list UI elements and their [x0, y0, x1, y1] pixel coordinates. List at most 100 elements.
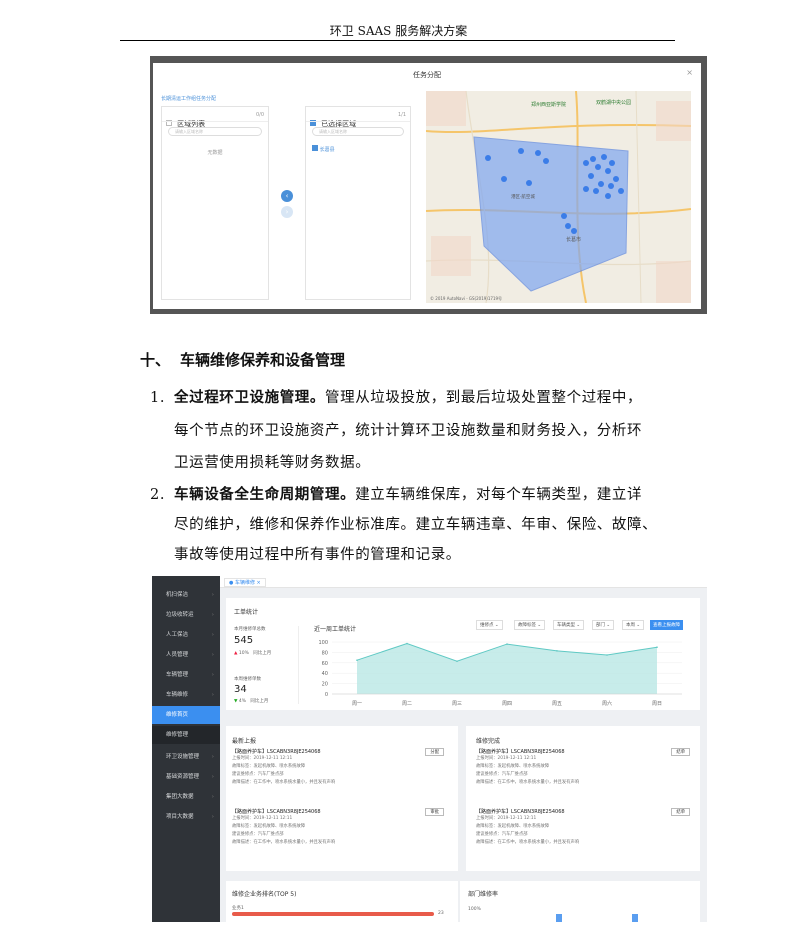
department-rate-title: 部门维修率: [468, 891, 499, 898]
latest-reports-title: 最新上报: [232, 738, 257, 745]
filter-vehicle-type[interactable]: 车辆类型 ⌄: [553, 620, 585, 630]
latest-record-2: 【路面养护车】LSCABN3R8JE254068 上报时间：2019-12-11…: [232, 808, 452, 847]
list-item-1-line-2: 每个节点的环卫设施资产，统计计算环卫设施数量和财务投入，分析环: [174, 423, 643, 439]
done-record-1-site: 建议维修点：汽车厂维点部: [476, 772, 528, 777]
tab-bar: ● 车辆维修 ×: [220, 576, 707, 588]
sidebar-item-group-bigdata[interactable]: 集团大数据 ›: [152, 788, 220, 806]
sidebar-item-resources[interactable]: 基础资源管理 ›: [152, 768, 220, 786]
empty-state-text: 无数据: [207, 150, 223, 156]
region-map[interactable]: 郑州西亚斯学院 双鹤湖中央公园 港区·航空城 长葛市 © 2019 AutoNa…: [426, 91, 691, 303]
ranking-first-value: 23: [438, 911, 444, 916]
approve-button[interactable]: 审批: [425, 808, 444, 816]
ranking-first-bar: [232, 912, 434, 916]
close-order-button-1[interactable]: 结单: [671, 748, 690, 756]
sidebar-item-vehicle-repair[interactable]: 车辆维修 ›: [152, 686, 220, 704]
filter-department[interactable]: 部门 ⌄: [592, 620, 615, 630]
list-number-1: 1.: [150, 390, 166, 406]
map-label-park: 双鹤湖中央公园: [596, 99, 631, 106]
map-label-changge: 长葛市: [566, 236, 581, 243]
list-item-1-text: 管理从垃圾投放，到最后垃圾处置整个过程中，: [325, 390, 643, 406]
month-orders-value: 545: [234, 635, 254, 646]
done-record-1-desc: 故障描述：在工作中，喷水系统水量小，并且发有声响: [476, 780, 580, 785]
chart-x-tick-5: 周六: [602, 700, 612, 707]
maintenance-dashboard-screenshot: 机扫保洁 › 垃圾收转运 › 人工保洁 › 人员管理 › 车辆管理 › 车辆维修 › 维修首…: [152, 576, 707, 922]
done-record-2-time: 上报时间：2019-12-11 12:11: [476, 816, 537, 821]
ranking-card: 维修企业务排名(TOP 5) 业务1 23: [226, 881, 458, 922]
repair-complete-card: 维修完成 【路面养护车】LSCABN3R8JE254068 上报时间：2019-…: [466, 726, 700, 871]
header-rule: [120, 40, 675, 41]
chart-x-tick-3: 周四: [502, 701, 512, 707]
sidebar-item-garbage-transfer[interactable]: 垃圾收转运 ›: [152, 606, 220, 624]
done-record-1-title: 【路面养护车】LSCABN3R8JE254068: [476, 749, 565, 755]
sidebar-item-street-sweeping[interactable]: 机扫保洁 ›: [152, 586, 220, 604]
chart-area: [357, 643, 657, 694]
rate-axis-max: 100%: [468, 907, 481, 912]
list-number-2: 2.: [150, 487, 166, 503]
latest-record-1-tags: 故障标签：发起机故障、喷水系统故障: [232, 764, 306, 769]
region-search-input[interactable]: 请输入区域名称: [168, 127, 262, 136]
rate-bar-1: [556, 914, 562, 922]
close-order-button-2[interactable]: 结单: [671, 808, 690, 816]
chart-y-tick-0: 0: [325, 692, 328, 698]
section-number: 十、: [140, 351, 171, 369]
chart-x-tick-2: 周三: [452, 701, 462, 707]
list-item-2-bold: 车辆设备全生命周期管理。: [174, 486, 356, 503]
sidebar-item-project-bigdata[interactable]: 项目大数据 ›: [152, 808, 220, 826]
sidebar-item-manual-cleaning[interactable]: 人工保洁 ›: [152, 626, 220, 644]
map-label-airport: 港区·航空城: [511, 193, 535, 200]
sidebar-item-facilities[interactable]: 环卫设施管理 ›: [152, 748, 220, 766]
chart-point-3: [506, 643, 508, 645]
chart-point-5: [606, 654, 608, 656]
latest-record-1-title: 【路面养护车】LSCABN3R8JE254068: [232, 749, 321, 755]
done-record-2-tags: 故障标签：发起机故障、喷水系统故障: [476, 824, 550, 829]
latest-record-2-desc: 故障描述：在工作中，喷水系统水量小，并且发有声响: [232, 840, 336, 845]
close-icon[interactable]: ×: [686, 68, 693, 77]
month-orders-label: 本月维修单总数: [234, 627, 266, 632]
sidebar-item-vehicles[interactable]: 车辆管理 ›: [152, 666, 220, 684]
sidebar-item-personnel[interactable]: 人员管理 ›: [152, 646, 220, 664]
done-record-1-time: 上报时间：2019-12-11 12:11: [476, 756, 537, 761]
section-title: 车辆维修保养和设备管理: [180, 351, 346, 369]
region-list-panel: 区域列表 0/0 请输入区域名称 无数据: [161, 106, 269, 300]
move-right-button[interactable]: ›: [281, 206, 293, 218]
task-assignment-modal: 任务分配 × 长期清运工作组任务分配 区域列表 0/0 请输入区域名称 无数据 …: [153, 63, 701, 309]
chart-point-1: [406, 642, 408, 645]
view-reported-faults-button[interactable]: 查看上报故障: [650, 620, 683, 630]
selected-search-input[interactable]: 请输入区域名称: [312, 127, 404, 136]
chart-y-tick-5: 100: [318, 640, 328, 646]
done-record-2-site: 建议维修点：汽车厂维点部: [476, 832, 528, 837]
week-orders-label: 本周维修单数: [234, 677, 261, 682]
filter-fault-tag[interactable]: 故障标签 ⌄: [514, 620, 546, 630]
tab-vehicle-repair[interactable]: ● 车辆维修 ×: [224, 578, 266, 587]
list-item-1-line-3: 卫运营使用损耗等财务数据。: [174, 455, 371, 471]
breadcrumb[interactable]: 长期清运工作组任务分配: [161, 95, 216, 102]
list-item-2-line-1: 2. 车辆设备全生命周期管理。建立车辆维保库，对每个车辆类型，建立详: [150, 485, 642, 505]
selected-region-item[interactable]: 长葛县: [312, 145, 335, 153]
sidebar-item-repair-home[interactable]: 维修首页: [152, 706, 220, 724]
week-change: ▼ 4% 同比上月: [234, 699, 269, 704]
assign-button[interactable]: 分配: [425, 748, 444, 756]
region-list-count: 0/0: [255, 112, 264, 118]
list-item-2-line-2: 尽的维护，维修和保养作业标准库。建立车辆违章、年审、保险、故障、: [174, 517, 658, 533]
weekly-orders-chart: 0 20 40 60 80 100 周一 周二 周三 周四 周五 周六 周日: [318, 640, 682, 707]
sidebar-item-repair-manage[interactable]: 维修管理: [152, 726, 220, 744]
selected-region-count: 1/1: [397, 112, 406, 118]
chart-y-tick-2: 40: [322, 671, 328, 677]
modal-title: 任务分配: [413, 71, 441, 79]
move-left-button[interactable]: ‹: [281, 190, 293, 202]
work-stats-title: 工单统计: [234, 609, 259, 616]
list-item-1-line-1: 1. 全过程环卫设施管理。管理从垃圾投放，到最后垃圾处置整个过程中，: [150, 388, 642, 408]
sidebar: 机扫保洁 › 垃圾收转运 › 人工保洁 › 人员管理 › 车辆管理 › 车辆维修 › 维修首…: [152, 576, 220, 922]
latest-record-2-tags: 故障标签：发起机故障、喷水系统故障: [232, 824, 306, 829]
week-orders-value: 34: [234, 684, 247, 695]
latest-record-1-desc: 故障描述：在工作中，喷水系统水量小，并且发有声响: [232, 780, 336, 785]
filter-period[interactable]: 本周 ⌄: [622, 620, 645, 630]
region-item-checkbox[interactable]: [312, 145, 318, 151]
selected-region-panel: 已选择区域 1/1 请输入区域名称 长葛县: [305, 106, 411, 300]
repair-complete-title: 维修完成: [476, 738, 501, 745]
chart-y-tick-4: 80: [322, 650, 328, 656]
map-attribution: © 2019 AutoNavi - GS(2019)1719号: [430, 295, 502, 301]
done-record-2-title: 【路面养护车】LSCABN3R8JE254068: [476, 809, 565, 815]
latest-record-1: 【路面养护车】LSCABN3R8JE254068 上报时间：2019-12-11…: [232, 748, 452, 787]
filter-repair-site[interactable]: 维修点 ⌄: [476, 620, 503, 630]
